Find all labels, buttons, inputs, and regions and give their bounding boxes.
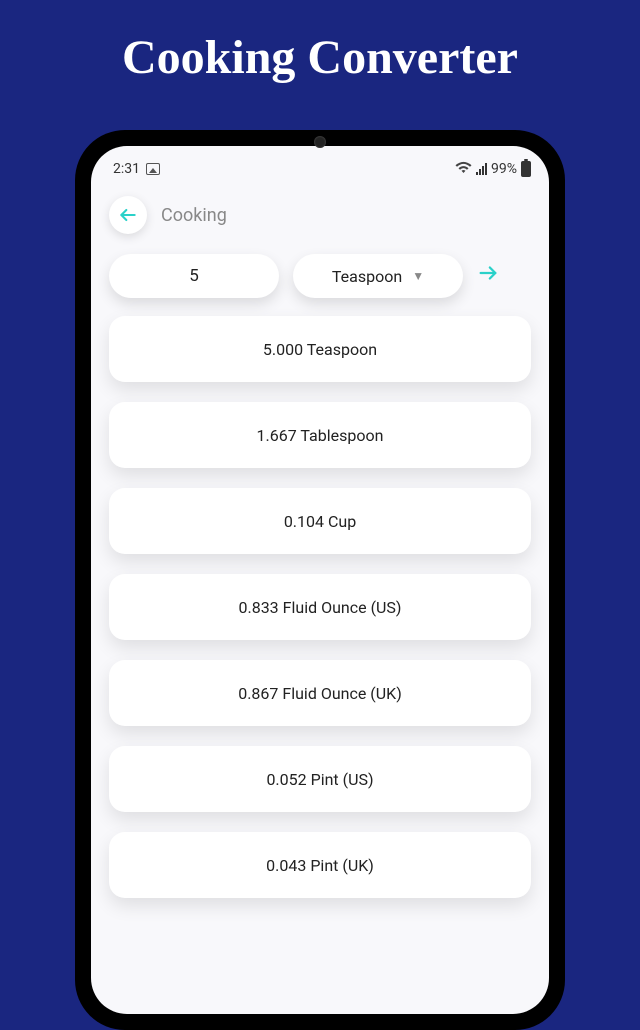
signal-icon [476,163,487,175]
chevron-down-icon: ▼ [412,269,424,283]
unit-select-label: Teaspoon [332,267,402,286]
result-text: 0.833 Fluid Ounce (US) [238,598,401,617]
value-input-text: 5 [189,266,199,286]
battery-pct: 99% [491,161,517,177]
result-item: 0.833 Fluid Ounce (US) [109,574,531,640]
value-input[interactable]: 5 [109,254,279,298]
result-text: 5.000 Teaspoon [263,340,377,359]
result-text: 0.867 Fluid Ounce (UK) [238,684,402,703]
front-camera [314,136,326,148]
result-item: 0.104 Cup [109,488,531,554]
results-list: 5.000 Teaspoon 1.667 Tablespoon 0.104 Cu… [91,306,549,898]
result-item: 0.043 Pint (UK) [109,832,531,898]
result-text: 0.104 Cup [284,512,356,531]
status-bar: 2:31 99% [91,152,549,186]
result-item: 5.000 Teaspoon [109,316,531,382]
result-item: 0.052 Pint (US) [109,746,531,812]
wifi-icon [455,160,472,178]
result-text: 1.667 Tablespoon [257,426,384,445]
battery-icon [521,161,531,177]
phone-mockup: 2:31 99% Co [75,130,565,1030]
input-row: 5 Teaspoon ▼ [91,242,549,306]
result-item: 1.667 Tablespoon [109,402,531,468]
app-header: Cooking [91,186,549,242]
result-text: 0.043 Pint (UK) [266,856,374,875]
convert-button[interactable] [477,262,499,290]
image-icon [146,163,160,175]
status-time: 2:31 [113,161,140,177]
page-title: Cooking Converter [0,0,640,85]
back-button[interactable] [109,196,147,234]
result-item: 0.867 Fluid Ounce (UK) [109,660,531,726]
result-text: 0.052 Pint (US) [266,770,373,789]
unit-select[interactable]: Teaspoon ▼ [293,254,463,298]
screen-title: Cooking [161,205,227,226]
